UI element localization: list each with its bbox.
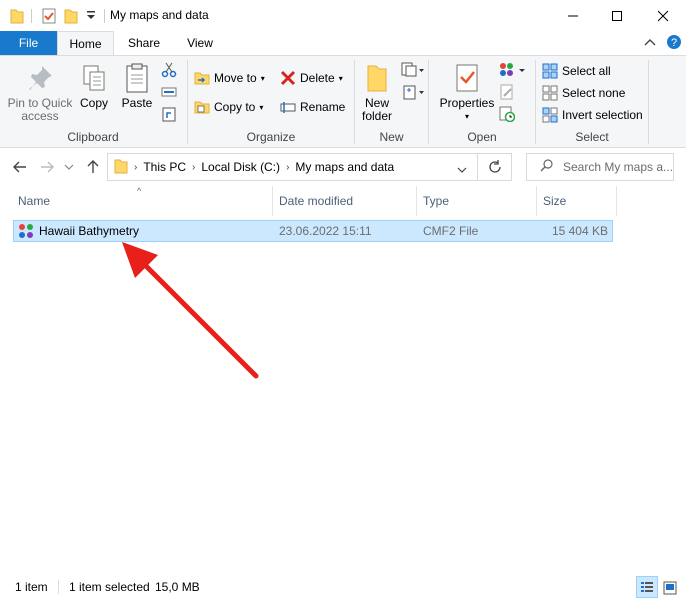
status-selected-size: 15,0 MB xyxy=(155,580,200,594)
large-icons-view-icon xyxy=(663,581,677,595)
large-icons-view-button[interactable] xyxy=(661,579,679,597)
annotation-arrow xyxy=(122,242,259,379)
status-item-count: 1 item xyxy=(15,580,48,594)
status-selected: 1 item selected xyxy=(69,580,150,594)
details-view-icon xyxy=(641,582,653,592)
status-divider xyxy=(58,580,59,594)
arrow-shaft xyxy=(135,255,259,379)
details-view-button[interactable] xyxy=(636,576,658,598)
status-bar: 1 item 1 item selected 15,0 MB xyxy=(0,576,686,598)
